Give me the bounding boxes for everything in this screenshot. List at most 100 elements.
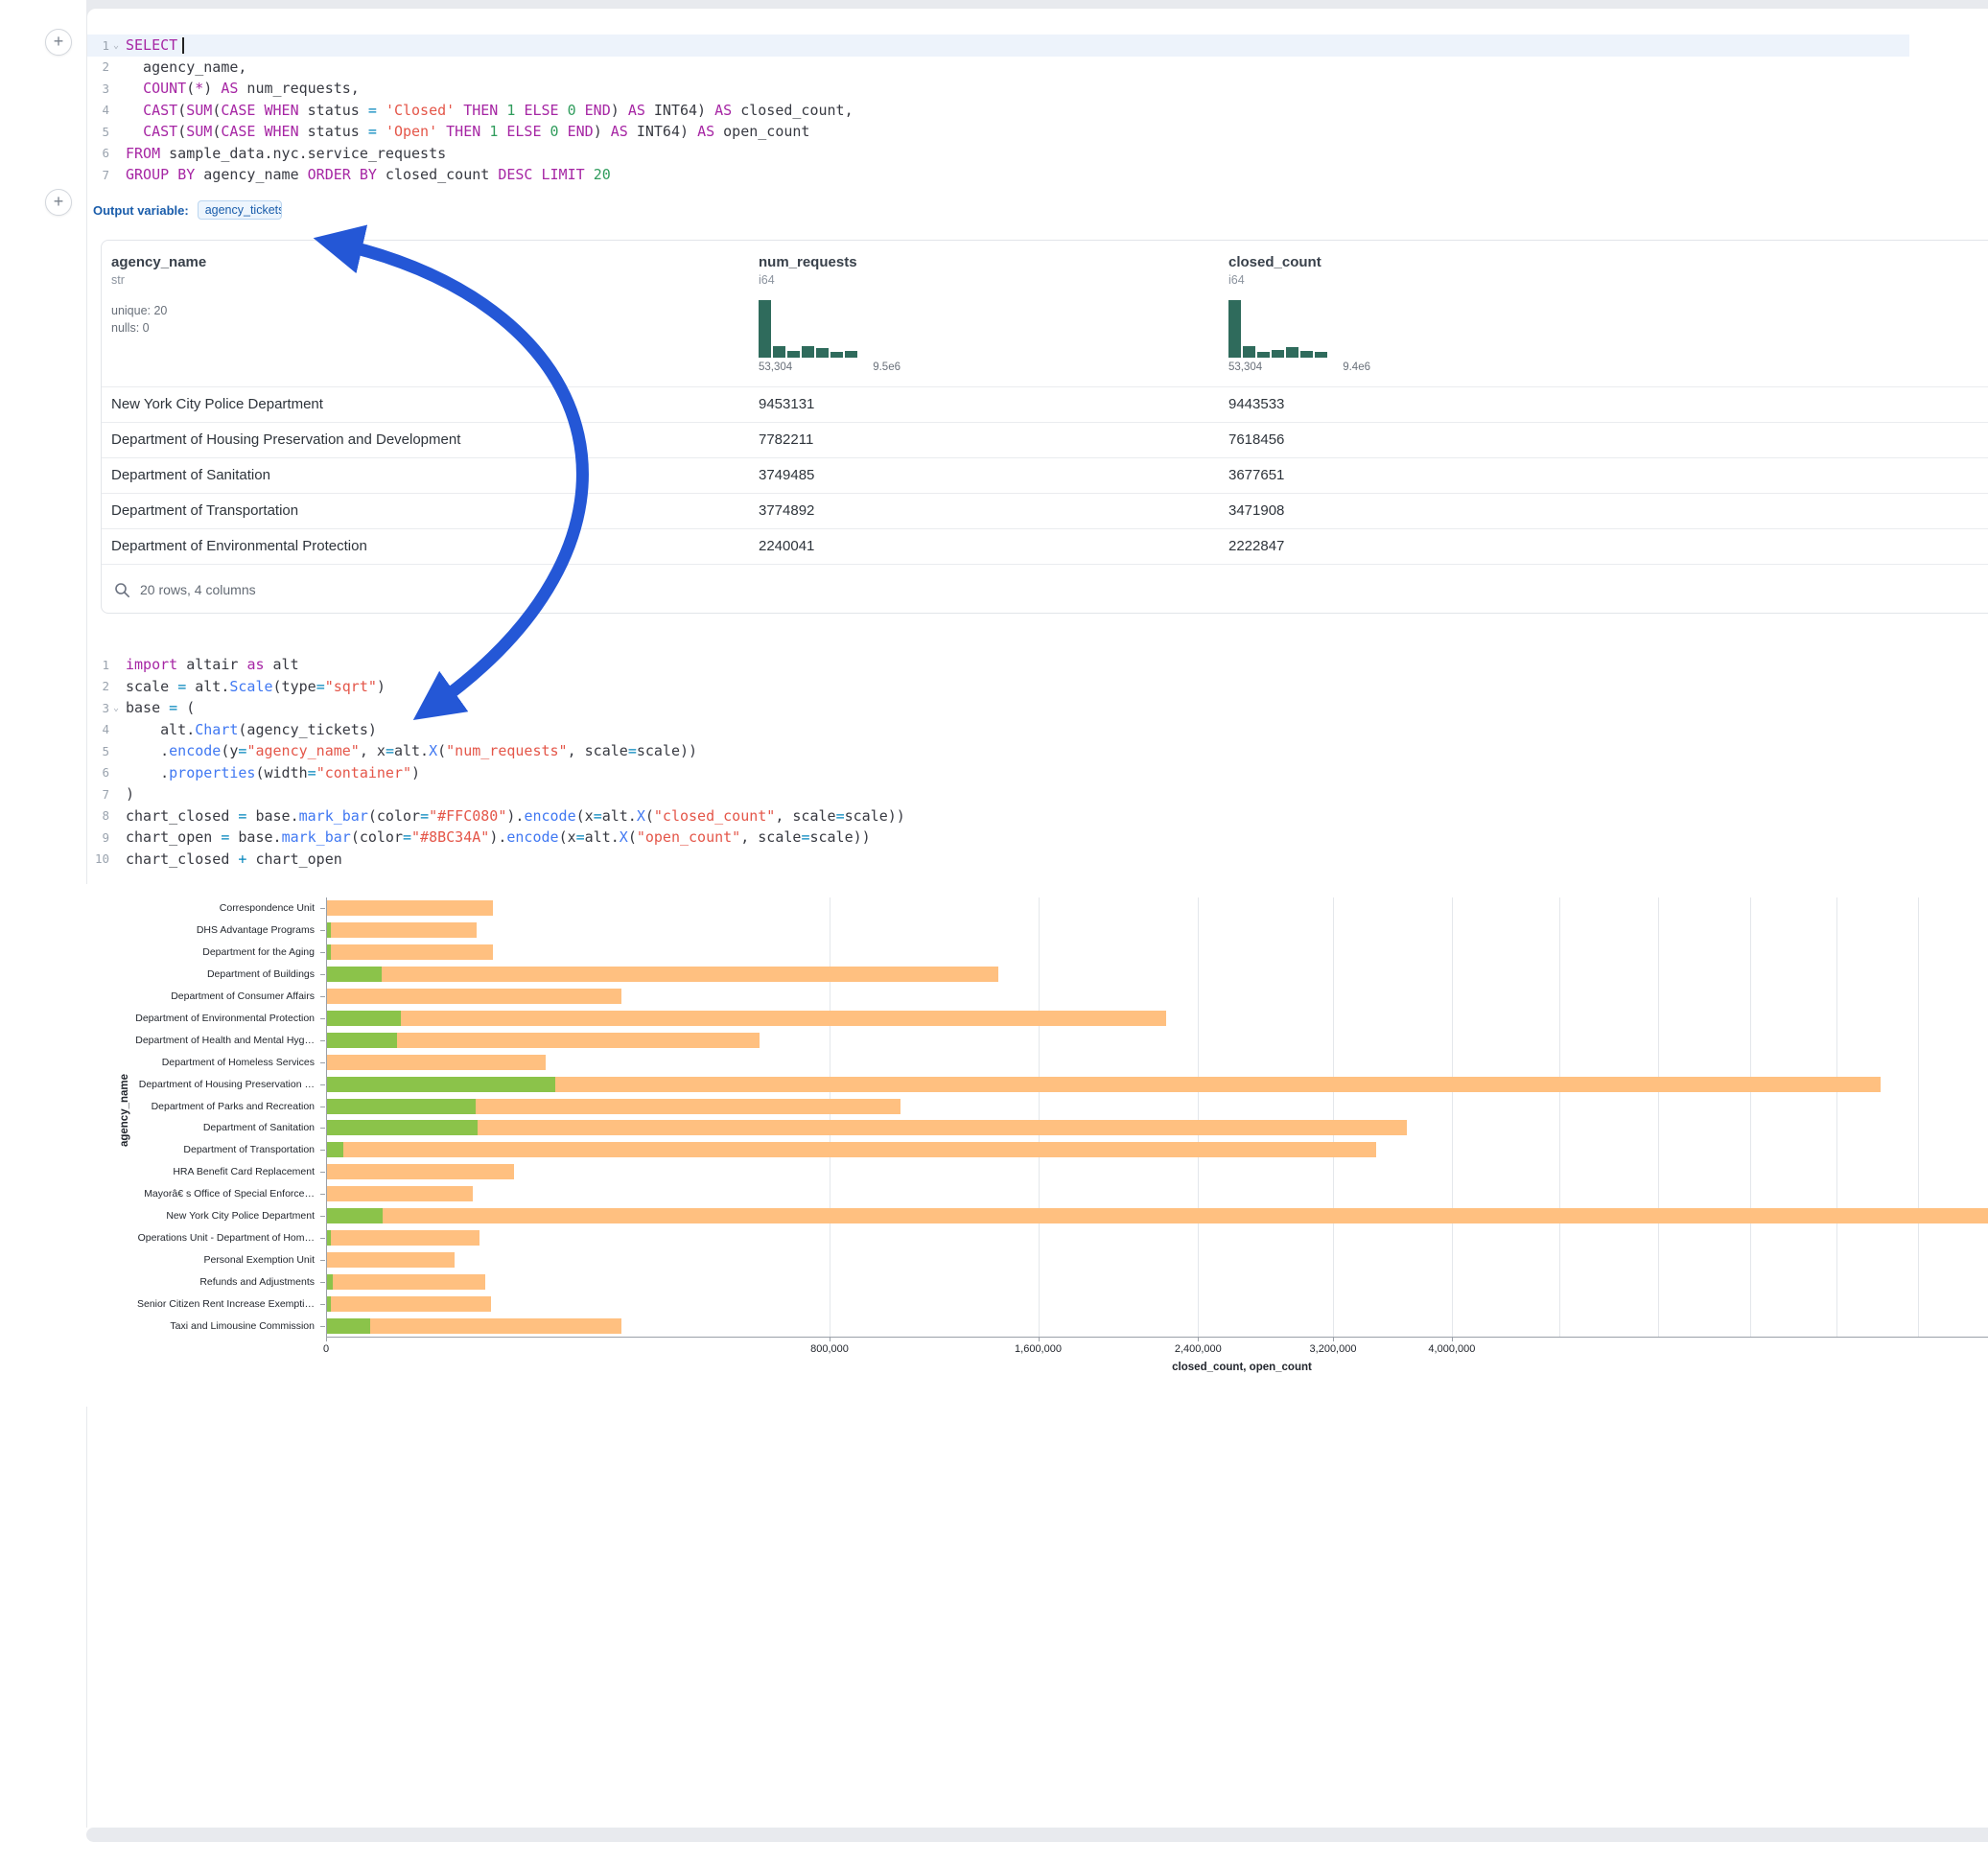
code-token: ( — [177, 102, 186, 119]
code-token: import — [126, 656, 177, 673]
search-icon[interactable] — [114, 582, 130, 598]
code-token: "open_count" — [637, 828, 740, 846]
code-token — [255, 102, 264, 119]
bar-open — [327, 944, 331, 960]
table-row[interactable]: Department of Sanitation37494853677651 — [102, 457, 1988, 493]
code-line[interactable]: 10chart_closed + chart_open — [87, 849, 1909, 871]
category-label: Senior Citizen Rent Increase Exempti… — [86, 1298, 315, 1310]
category-label: Personal Exemption Unit — [86, 1254, 315, 1266]
y-tick — [320, 1084, 325, 1085]
code-line[interactable]: 5 .encode(y="agency_name", x=alt.X("num_… — [87, 740, 1909, 762]
add-cell-button-2[interactable]: + — [45, 189, 72, 216]
code-token: (type — [273, 678, 316, 695]
y-tick — [320, 1172, 325, 1173]
code-token: ). — [489, 828, 506, 846]
category-label: Department of Homeless Services — [86, 1057, 315, 1068]
code-token: BY — [177, 166, 195, 183]
sql-code-editor[interactable]: 1 ⌄ SELECT 2 agency_name,3 COUNT(*) AS num_… — [87, 35, 1909, 186]
bar-closed — [327, 1164, 514, 1179]
code-token: sample_data.nyc.service_requests — [160, 145, 446, 162]
table-cell: 2240041 — [759, 529, 814, 564]
histogram-bar — [773, 346, 785, 358]
cell-gap-bottom — [86, 1828, 1988, 1842]
code-line[interactable]: 9chart_open = base.mark_bar(color="#8BC3… — [87, 827, 1909, 849]
category-label: HRA Benefit Card Replacement — [86, 1166, 315, 1177]
code-token: "sqrt" — [325, 678, 377, 695]
code-line[interactable]: 7) — [87, 783, 1909, 805]
code-token: X — [637, 807, 645, 825]
column-header-num-requests[interactable]: num_requests i64 53,304 9.5e6 — [759, 254, 900, 373]
code-line[interactable]: 7GROUP BY agency_name ORDER BY closed_co… — [87, 164, 1909, 186]
code-token — [255, 123, 264, 140]
table-row[interactable]: Department of Housing Preservation and D… — [102, 422, 1988, 457]
histogram-bar — [802, 346, 814, 358]
bar-closed — [327, 1055, 546, 1070]
table-cell: Department of Sanitation — [111, 458, 270, 493]
code-line[interactable]: 6FROM sample_data.nyc.service_requests — [87, 143, 1909, 165]
code-token: . — [126, 742, 169, 759]
code-token: alt. — [394, 742, 429, 759]
y-tick — [320, 1304, 325, 1305]
code-line[interactable]: 1⌄SELECT — [87, 35, 1909, 57]
fold-caret-icon[interactable]: ⌄ — [113, 40, 119, 51]
table-row[interactable]: Department of Environmental Protection22… — [102, 528, 1988, 564]
histogram-min: 53,304 — [1228, 361, 1262, 373]
grid-line — [1750, 897, 1751, 1337]
code-line[interactable]: 4 alt.Chart(agency_tickets) — [87, 719, 1909, 741]
bar-closed — [327, 1120, 1407, 1135]
code-token: ). — [506, 807, 524, 825]
histogram-bar — [1243, 346, 1255, 358]
column-header-closed-count[interactable]: closed_count i64 53,304 9.4e6 — [1228, 254, 1370, 373]
grid-line — [1836, 897, 1837, 1337]
code-token: status — [299, 123, 368, 140]
y-axis-line — [326, 897, 327, 1337]
table-row[interactable]: New York City Police Department945313194… — [102, 386, 1988, 422]
table-cell: 2222847 — [1228, 529, 1284, 564]
code-token: SELECT — [126, 36, 177, 54]
code-token: = — [386, 742, 394, 759]
column-histogram — [1228, 298, 1370, 358]
code-line[interactable]: 2scale = alt.Scale(type="sqrt") — [87, 676, 1909, 698]
code-text: alt.Chart(agency_tickets) — [126, 721, 377, 738]
code-token: agency_name — [195, 166, 307, 183]
code-token: INT64) — [645, 102, 714, 119]
code-line[interactable]: 5 CAST(SUM(CASE WHEN status = 'Open' THE… — [87, 121, 1909, 143]
code-token: AS — [714, 102, 732, 119]
code-line[interactable]: 3 COUNT(*) AS num_requests, — [87, 78, 1909, 100]
python-code-editor[interactable]: 1import altair as alt2scale = alt.Scale(… — [87, 654, 1909, 870]
table-row[interactable]: Department of Transportation377489234719… — [102, 493, 1988, 528]
y-tick — [320, 1238, 325, 1239]
code-token: "agency_name" — [246, 742, 359, 759]
code-token: base — [126, 699, 169, 716]
x-tick-label: 800,000 — [810, 1343, 849, 1355]
code-token: WHEN — [265, 123, 299, 140]
line-number: 6 — [87, 146, 109, 160]
category-label: Department for the Aging — [86, 946, 315, 958]
bar-open — [327, 1120, 478, 1135]
code-token: SUM — [186, 102, 212, 119]
y-tick — [320, 1260, 325, 1261]
code-line[interactable]: 6 .properties(width="container") — [87, 762, 1909, 784]
code-line[interactable]: 2 agency_name, — [87, 57, 1909, 79]
category-label: Department of Buildings — [86, 968, 315, 980]
code-line[interactable]: 3⌄base = ( — [87, 697, 1909, 719]
code-line[interactable]: 1import altair as alt — [87, 654, 1909, 676]
code-token: GROUP — [126, 166, 169, 183]
code-token: chart_closed — [126, 807, 238, 825]
output-variable-label: Output variable: — [93, 203, 189, 218]
column-header-agency-name[interactable]: agency_name str unique: 20 nulls: 0 — [111, 254, 206, 337]
table-cell: 3749485 — [759, 458, 814, 493]
output-variable-chip[interactable]: agency_tickets — [198, 200, 282, 220]
code-token: ( — [177, 123, 186, 140]
bar-open — [327, 1099, 476, 1114]
code-token: ) — [377, 678, 386, 695]
code-line[interactable]: 8chart_closed = base.mark_bar(color="#FF… — [87, 805, 1909, 827]
histogram-bar — [1315, 352, 1327, 358]
grid-line — [1918, 897, 1919, 1337]
fold-caret-icon[interactable]: ⌄ — [113, 703, 119, 713]
code-token: 1 — [489, 123, 498, 140]
column-type: i64 — [1228, 273, 1370, 287]
add-cell-button[interactable]: + — [45, 29, 72, 56]
code-line[interactable]: 4 CAST(SUM(CASE WHEN status = 'Closed' T… — [87, 100, 1909, 122]
histogram-bar — [759, 300, 771, 358]
